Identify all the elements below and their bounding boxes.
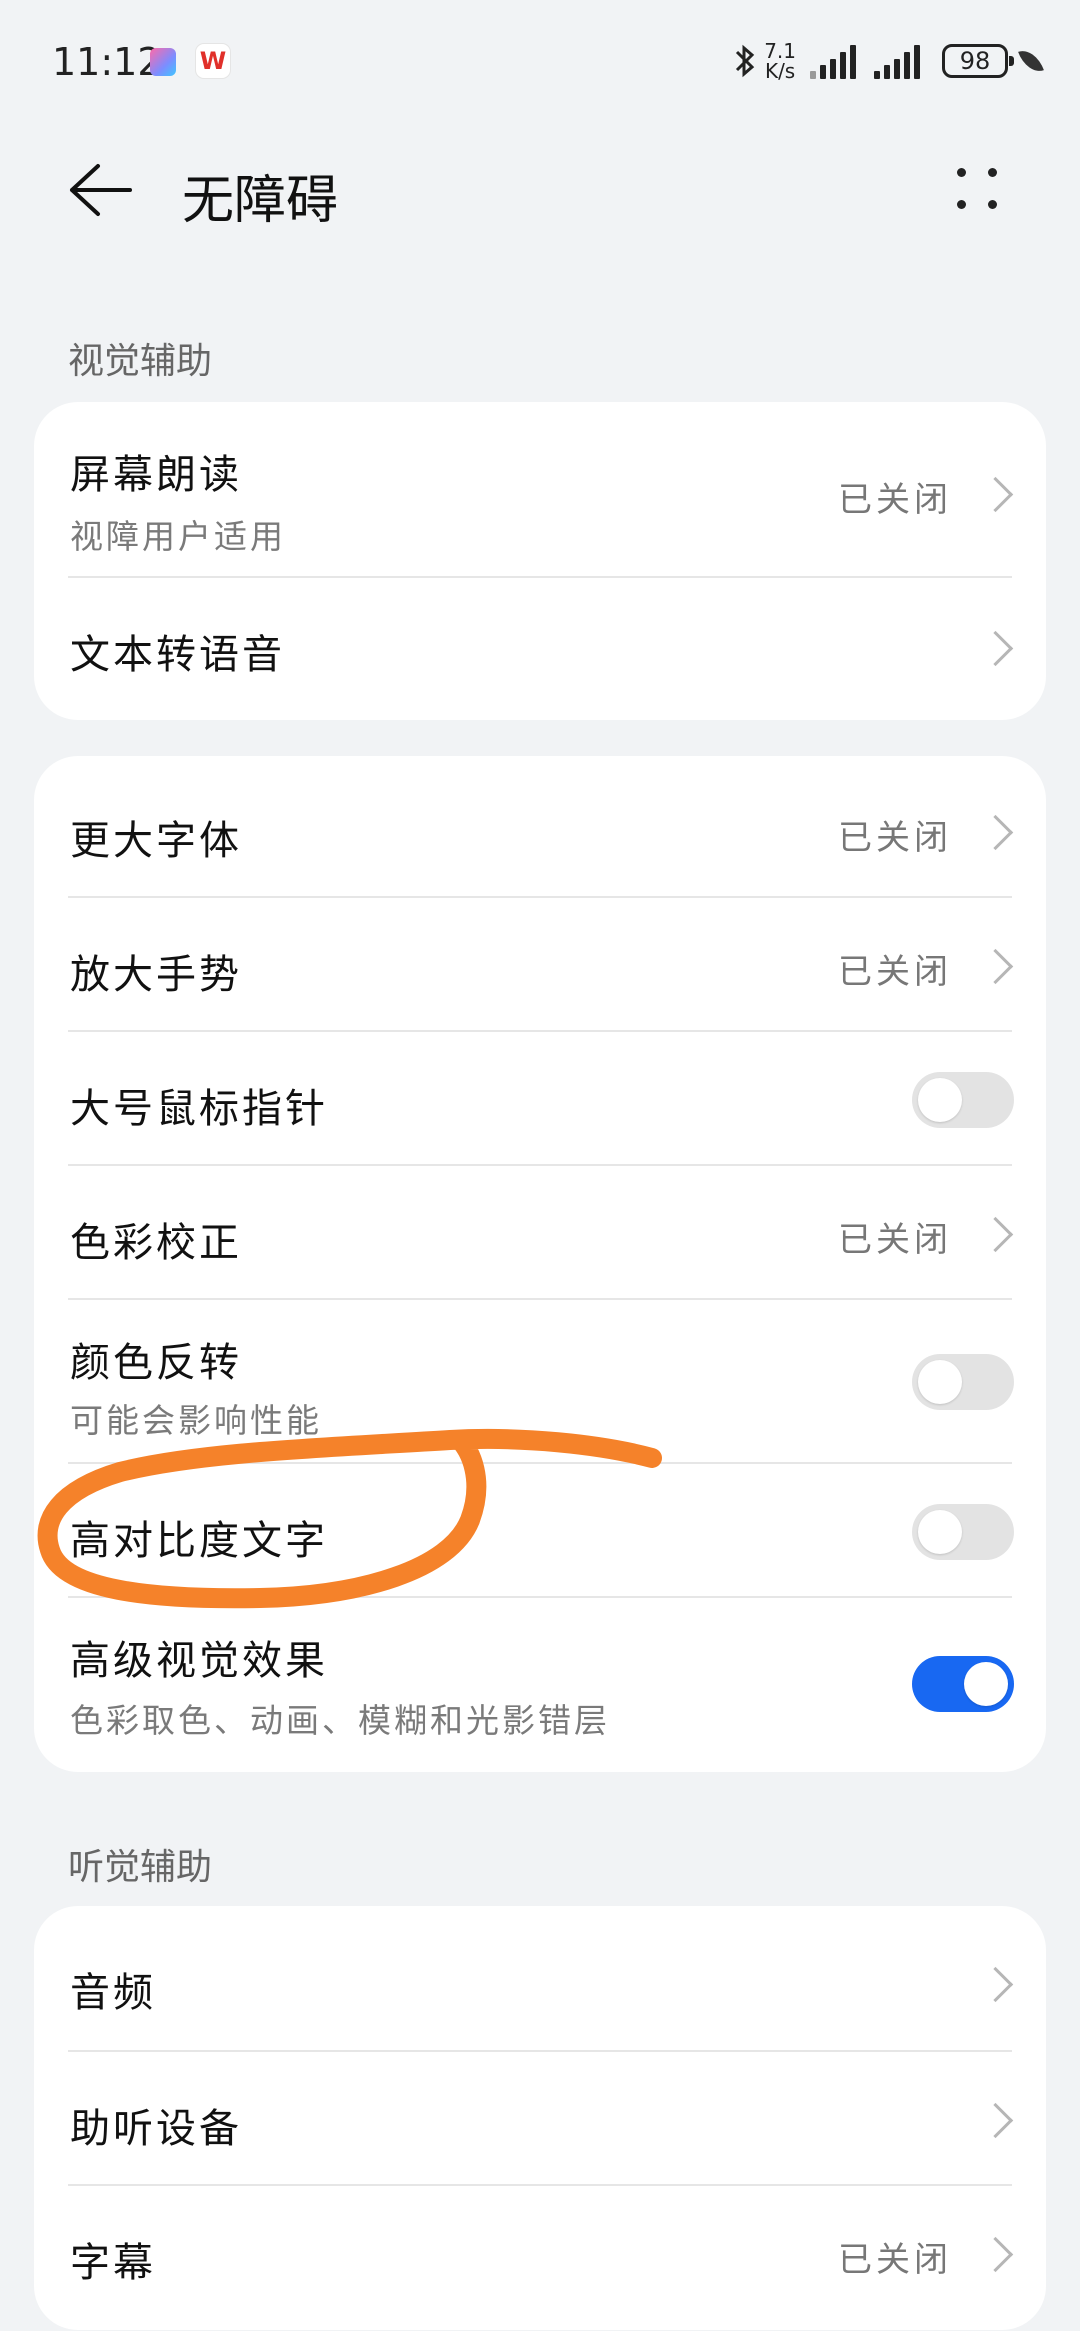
status-text: 已关闭 — [838, 480, 952, 520]
card-visual-reading: 屏幕朗读 视障用户适用 已关闭 文本转语音 — [34, 402, 1046, 720]
row-color-correction[interactable]: 色彩校正 已关闭 — [34, 1166, 1046, 1300]
status-text: 已关闭 — [838, 2240, 952, 2280]
battery-icon: 98 — [942, 44, 1014, 78]
section-label-hearing: 听觉辅助 — [68, 1847, 213, 1888]
row-subtitle: 色彩取色、动画、模糊和光影错层 — [70, 1701, 610, 1740]
toggle-large-pointer[interactable] — [912, 1072, 1014, 1128]
row-magnify-gesture[interactable]: 放大手势 已关闭 — [34, 898, 1046, 1032]
toggle-color-inversion[interactable] — [912, 1354, 1014, 1410]
status-time: 11:12 — [52, 40, 162, 84]
chevron-right-icon — [977, 814, 1014, 851]
row-label: 大号鼠标指针 — [70, 1086, 328, 1132]
network-speed: 7.1 K/s — [764, 41, 796, 81]
app-icon — [150, 48, 176, 76]
status-text: 已关闭 — [838, 1220, 952, 1260]
toggle-knob — [918, 1078, 962, 1122]
row-screen-reader[interactable]: 屏幕朗读 视障用户适用 已关闭 — [34, 402, 1046, 578]
row-larger-font[interactable]: 更大字体 已关闭 — [34, 756, 1046, 898]
signal-icon — [810, 43, 856, 79]
row-audio[interactable]: 音频 — [34, 1906, 1046, 2052]
status-text: 已关闭 — [838, 818, 952, 858]
back-arrow-icon[interactable] — [66, 160, 136, 220]
row-text-to-speech[interactable]: 文本转语音 — [34, 578, 1046, 720]
chevron-right-icon — [977, 476, 1014, 513]
toggle-high-contrast[interactable] — [912, 1504, 1014, 1560]
network-speed-unit: K/s — [764, 59, 796, 83]
row-label: 放大手势 — [70, 952, 242, 998]
more-icon[interactable] — [952, 162, 1012, 222]
row-hearing-aid[interactable]: 助听设备 — [34, 2052, 1046, 2186]
row-label: 字幕 — [70, 2240, 156, 2286]
leaf-icon — [1018, 45, 1044, 77]
row-label: 色彩校正 — [70, 1220, 242, 1266]
bluetooth-icon — [736, 44, 755, 78]
row-advanced-visual[interactable]: 高级视觉效果 色彩取色、动画、模糊和光影错层 — [34, 1598, 1046, 1772]
toggle-knob — [918, 1360, 962, 1404]
network-speed-value: 7.1 — [764, 39, 796, 63]
row-large-pointer[interactable]: 大号鼠标指针 — [34, 1032, 1046, 1166]
row-captions[interactable]: 字幕 已关闭 — [34, 2186, 1046, 2330]
page-title: 无障碍 — [182, 171, 339, 231]
row-label: 高对比度文字 — [70, 1518, 328, 1564]
toggle-knob — [918, 1510, 962, 1554]
row-label: 高级视觉效果 — [70, 1638, 328, 1684]
row-label: 屏幕朗读 — [70, 452, 242, 498]
chevron-right-icon — [977, 2102, 1014, 2139]
row-high-contrast-text[interactable]: 高对比度文字 — [34, 1464, 1046, 1598]
chevron-right-icon — [977, 1966, 1014, 2003]
status-text: 已关闭 — [838, 952, 952, 992]
row-label: 音频 — [70, 1970, 156, 2016]
chevron-right-icon — [977, 948, 1014, 985]
row-label: 助听设备 — [70, 2106, 242, 2152]
chevron-right-icon — [977, 630, 1014, 667]
chevron-right-icon — [977, 1216, 1014, 1253]
toggle-advanced-visual[interactable] — [912, 1656, 1014, 1712]
row-subtitle: 可能会影响性能 — [70, 1401, 322, 1440]
section-label-visual: 视觉辅助 — [68, 341, 213, 382]
row-label: 文本转语音 — [70, 632, 285, 678]
toggle-knob — [964, 1662, 1008, 1706]
row-label: 更大字体 — [70, 818, 242, 864]
row-color-inversion[interactable]: 颜色反转 可能会影响性能 — [34, 1300, 1046, 1464]
row-label: 颜色反转 — [70, 1340, 242, 1386]
status-bar: 11:12 W 7.1 K/s 98 — [0, 0, 1080, 120]
wps-icon: W — [196, 44, 230, 78]
status-icons: 7.1 K/s 98 — [734, 36, 1044, 86]
chevron-right-icon — [977, 2236, 1014, 2273]
row-subtitle: 视障用户适用 — [70, 517, 286, 556]
card-hearing: 音频 助听设备 字幕 已关闭 — [34, 1906, 1046, 2330]
card-visual-display: 更大字体 已关闭 放大手势 已关闭 大号鼠标指针 色彩校正 已关闭 颜色反转 可… — [34, 756, 1046, 1772]
signal-icon — [874, 43, 920, 79]
